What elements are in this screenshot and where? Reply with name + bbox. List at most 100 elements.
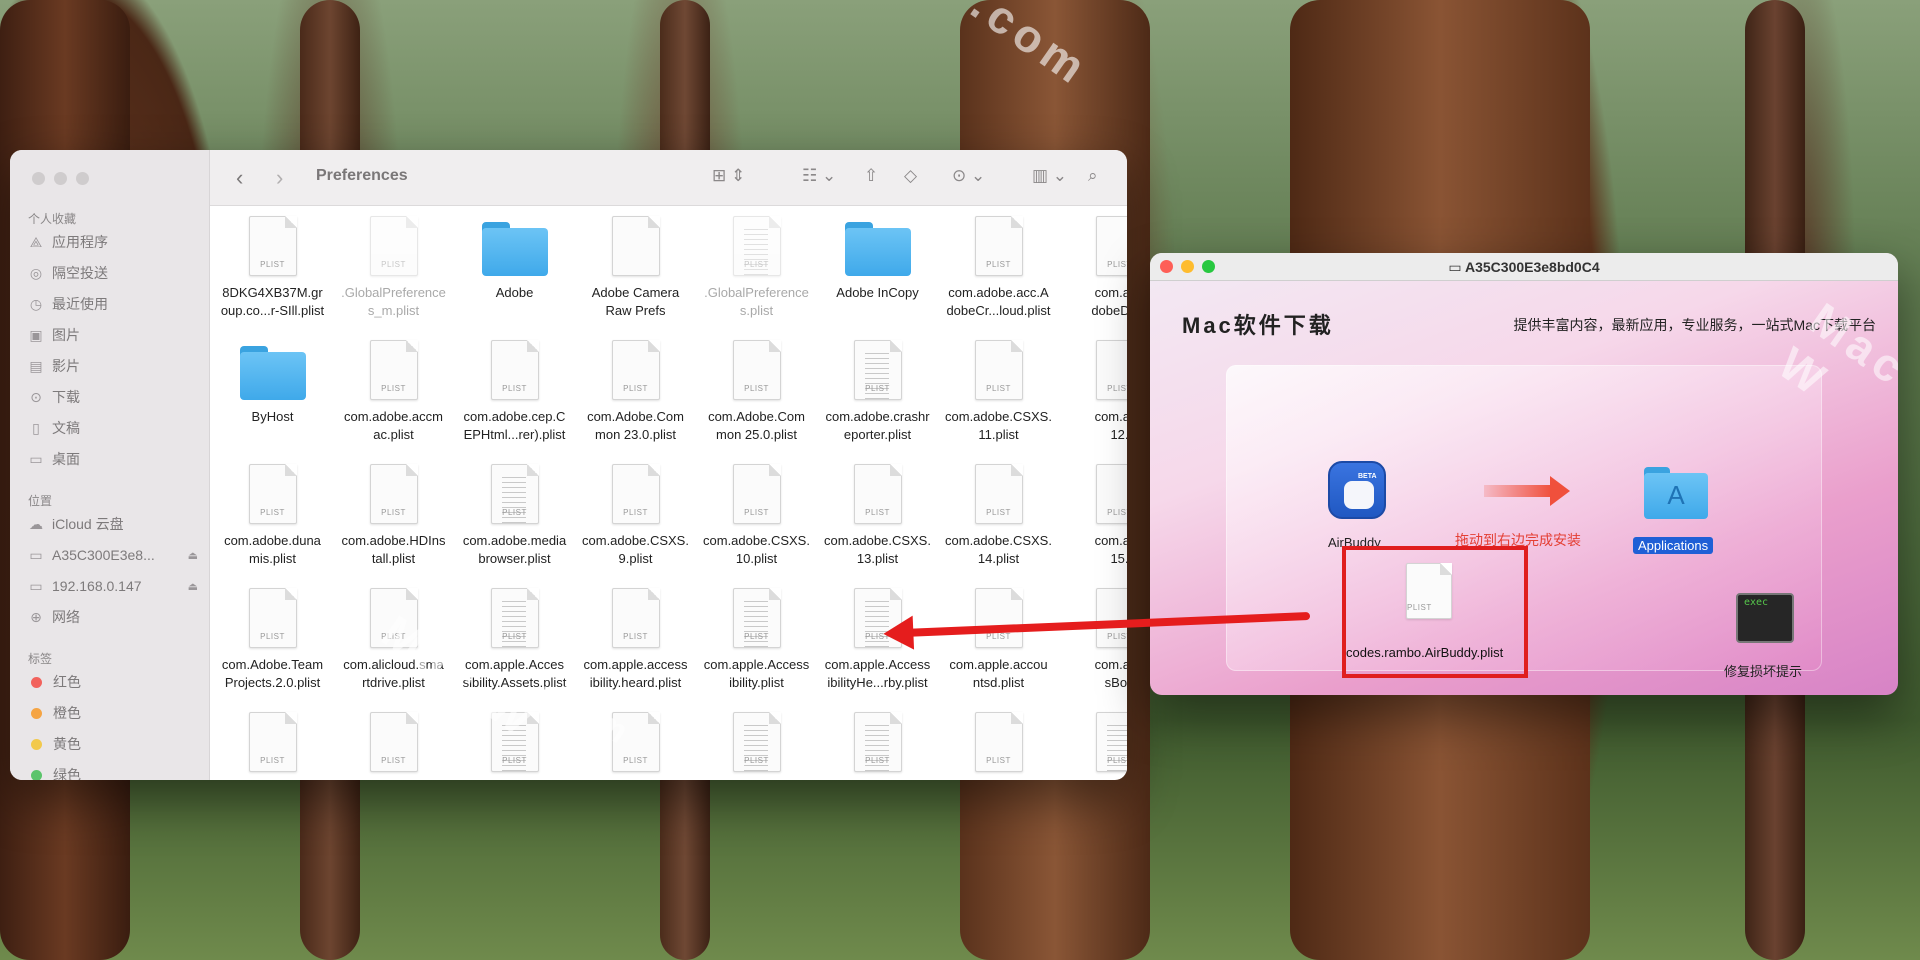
sidebar-tag-orange[interactable]: 橙色 [28,701,198,725]
sidebar-item-desktop[interactable]: ▭ 桌面 [28,447,198,471]
sidebar-item-label: 隔空投送 [52,265,108,281]
plist-badge: PLIST [260,632,285,641]
plist-file-icon[interactable]: PLIST [1406,563,1452,621]
sidebar-item-network[interactable]: ⊕ 网络 [28,605,198,629]
sidebar-item-recents[interactable]: ◷ 最近使用 [28,292,198,316]
group-menu-icon[interactable]: ▥ ⌄ [1032,166,1067,186]
file-item[interactable]: PLIST com.Adobe.Com mon 23.0.plist [575,340,696,444]
file-item[interactable]: PLIST com.adobe.crashr eporter.plist [817,340,938,444]
file-item[interactable]: PLIST com.ado15. [1059,464,1127,568]
file-item[interactable]: PLIST com.adobe.CSXS. 11.plist [938,340,1059,444]
file-item[interactable]: PLIST com.appsBoo [1059,588,1127,692]
file-item[interactable]: Adobe [454,216,575,302]
file-item[interactable]: PLIST com.apple.Access ibility.plist [696,588,817,692]
forward-chevron-icon[interactable]: › [276,165,283,191]
sidebar-item-airdrop[interactable]: ◎ 隔空投送 [28,261,198,285]
file-item[interactable]: ByHost [212,340,333,426]
airbuddy-app-icon[interactable]: BETA [1328,461,1386,519]
file-item[interactable]: PLIST 8DKG4XB37M.gr oup.co...r-SIll.plist [212,216,333,320]
sidebar-item-applications[interactable]: ⟁ 应用程序 [28,230,198,254]
sidebar-item-label: 影片 [52,358,80,374]
file-item[interactable]: PLIST com.adobe.accm ac.plist [333,340,454,444]
group-by-icon[interactable]: ☷ ⌄ [802,166,836,186]
sidebar-item-icloud[interactable]: ☁ iCloud 云盘 [28,512,198,536]
file-item[interactable]: PLIST .GlobalPreference s_m.plist [333,216,454,320]
file-item[interactable]: PLIST com.ado12. [1059,340,1127,444]
plist-badge: PLIST [381,260,406,269]
applications-label[interactable]: Applications [1633,537,1714,554]
more-actions-icon[interactable]: ⊙ ⌄ [952,166,985,186]
file-name: com.Adobe.Com mon 23.0.plist [587,409,684,442]
sidebar-tag-green[interactable]: 绿色 [28,763,198,780]
file-item[interactable]: PLIST .GlobalPreference s.plist [696,216,817,320]
file-item[interactable]: PLIST com.adobe.duna mis.plist [212,464,333,568]
back-chevron-icon[interactable]: ‹ [236,165,243,191]
exec-terminal-icon[interactable]: exec [1736,593,1794,643]
view-grid-icon[interactable]: ⊞ ⇕ [712,166,745,186]
file-item[interactable]: PLIST [696,712,817,772]
sidebar-item-documents[interactable]: ▯ 文稿 [28,416,198,440]
file-grid: PLIST 8DKG4XB37M.gr oup.co...r-SIll.plist P… [210,206,1127,780]
file-name: .GlobalPreference s_m.plist [341,285,446,318]
share-icon[interactable]: ⇧ [864,166,878,186]
file-item[interactable]: PLIST com.adobe.CSXS. 13.plist [817,464,938,568]
plist-badge: PLIST [623,384,648,393]
file-item[interactable]: PLIST com.adobe.media browser.plist [454,464,575,568]
file-item[interactable]: PLIST com.apple.Access ibilityHe...rby.pli… [817,588,938,692]
file-item[interactable]: PLIST [333,712,454,772]
file-item[interactable]: Adobe InCopy [817,216,938,302]
zoom-button[interactable] [76,172,89,185]
applications-folder-icon[interactable]: A [1644,467,1708,519]
file-name: 8DKG4XB37M.gr oup.co...r-SIll.plist [220,285,325,318]
file-item[interactable]: PLIST com.apple.accou ntsd.plist [938,588,1059,692]
eject-icon[interactable]: ⏏ [188,549,198,562]
sidebar-item-pictures[interactable]: ▣ 图片 [28,323,198,347]
file-item[interactable]: PLIST [212,712,333,772]
minimize-button[interactable] [54,172,67,185]
file-item[interactable]: PLIST [575,712,696,772]
file-item[interactable]: PLIST com.alicloud.sma rtdrive.plist [333,588,454,692]
plist-badge: PLIST [623,632,648,641]
finder-toolbar: ‹ › Preferences ⊞ ⇕ ☷ ⌄ ⇧ ◇ ⊙ ⌄ ▥ ⌄ ⌕ [210,150,1127,206]
plist-file-icon: PLIST [1095,464,1127,524]
file-item[interactable]: PLIST com.adobe.cep.C EPHtml...rer).plist [454,340,575,444]
cloud-icon: ☁ [29,516,43,532]
plist-file-icon: PLIST [732,216,781,276]
file-name: com.alicloud.sma rtdrive.plist [343,657,444,690]
plist-file-icon: PLIST [853,340,902,400]
file-item[interactable]: PLIST com.apple.access ibility.heard.plist [575,588,696,692]
file-item[interactable]: PLIST com.adobe.CSXS. 9.plist [575,464,696,568]
file-item[interactable]: PLIST com.adobe.CSXS. 14.plist [938,464,1059,568]
file-item[interactable]: PLIST [938,712,1059,772]
sidebar-item-server[interactable]: ▭ 192.168.0.147 ⏏ [28,574,198,598]
close-button[interactable] [32,172,45,185]
plist-badge: PLIST [744,508,769,517]
file-item[interactable]: PLIST com.adobe.acc.A dobeCr...loud.plist [938,216,1059,320]
sidebar-tag-red[interactable]: 红色 [28,670,198,694]
file-item[interactable]: PLIST [454,712,575,772]
sidebar-item-disk[interactable]: ▭ A35C300E3e8... ⏏ [28,543,198,567]
file-name: com.adobe.CSXS. 10.plist [703,533,810,566]
file-name: com.adobe.CSXS. 13.plist [824,533,931,566]
sidebar-item-movies[interactable]: ▤ 影片 [28,354,198,378]
sidebar-item-label: 下载 [52,389,80,405]
plist-file-icon: PLIST [369,588,418,648]
eject-icon[interactable]: ⏏ [188,580,198,593]
file-item[interactable]: PLIST com.Adobe.Team Projects.2.0.plist [212,588,333,692]
file-item[interactable]: PLIST [817,712,938,772]
file-item[interactable]: Adobe Camera Raw Prefs [575,216,696,320]
file-item[interactable]: PLIST com.apple.Acces sibility.Assets.plis… [454,588,575,692]
file-name: com.adobe.CSXS. 11.plist [945,409,1052,442]
file-item[interactable]: PLIST com.adodobeDe... [1059,216,1127,320]
plist-file-icon: PLIST [490,712,539,772]
tag-icon[interactable]: ◇ [904,166,917,186]
sidebar-item-downloads[interactable]: ⊙ 下载 [28,385,198,409]
file-item[interactable]: PLIST com.adobe.CSXS. 10.plist [696,464,817,568]
plist-file-icon [611,216,660,276]
plist-badge: PLIST [865,756,890,765]
file-item[interactable]: PLIST com.Adobe.Com mon 25.0.plist [696,340,817,444]
sidebar-tag-yellow[interactable]: 黄色 [28,732,198,756]
search-icon[interactable]: ⌕ [1088,166,1098,186]
file-item[interactable]: PLIST [1059,712,1127,772]
file-item[interactable]: PLIST com.adobe.HDIns tall.plist [333,464,454,568]
